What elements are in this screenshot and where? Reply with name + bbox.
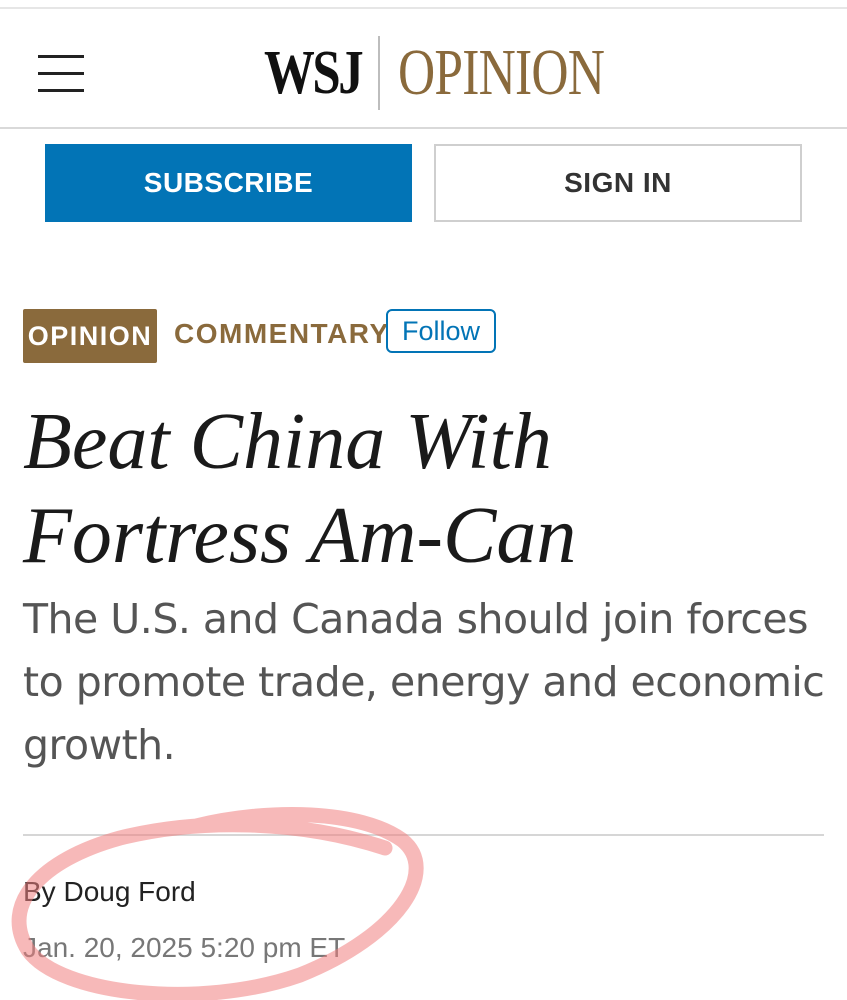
follow-button[interactable]: Follow (386, 309, 496, 353)
hamburger-menu-icon[interactable] (38, 45, 84, 95)
header-divider (0, 127, 847, 129)
opinion-section-tag[interactable]: OPINION (23, 309, 157, 363)
wsj-opinion-logo[interactable]: WSJ OPINION (264, 33, 662, 113)
author-link[interactable]: Doug Ford (63, 876, 195, 907)
byline-divider (23, 834, 824, 836)
subscribe-button[interactable]: SUBSCRIBE (45, 144, 412, 222)
logo-wsj: WSJ (264, 38, 364, 107)
commentary-category-link[interactable]: COMMENTARY (174, 318, 390, 350)
article-dek: The U.S. and Canada should join forces t… (23, 595, 825, 769)
logo-divider (378, 36, 380, 110)
article-headline: Beat China With Fortress Am-Can (23, 398, 577, 580)
publish-timestamp: Jan. 20, 2025 5:20 pm ET (23, 932, 346, 963)
site-header: WSJ OPINION (0, 9, 847, 128)
byline: By Doug Ford (23, 876, 196, 908)
sign-in-button[interactable]: SIGN IN (434, 144, 802, 222)
byline-prefix: By (23, 876, 56, 907)
logo-section: OPINION (398, 36, 605, 109)
